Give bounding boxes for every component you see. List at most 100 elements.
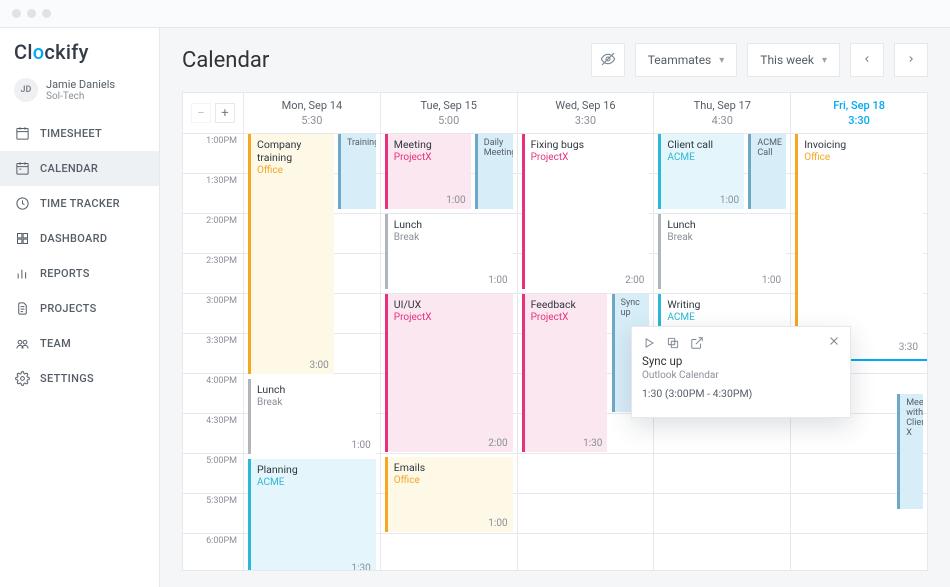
entry-duration: 1:30: [352, 563, 371, 570]
team-icon: [14, 336, 30, 352]
time-axis: 1:00PM1:30PM2:00PM2:30PM3:00PM3:30PM4:00…: [183, 134, 243, 570]
sidebar-item-reports[interactable]: REPORTS: [0, 256, 159, 291]
topbar: Calendar Teammates ▾ This week ▾: [160, 28, 950, 92]
day-header[interactable]: Fri, Sep 183:30: [790, 93, 927, 133]
calendar-entry[interactable]: Fixing bugsProjectX2:00: [522, 134, 650, 289]
calendar-entry[interactable]: LunchBreak1:00: [658, 214, 786, 289]
time-slot-label: 4:30PM: [183, 414, 243, 454]
entry-duration: 1:00: [762, 275, 781, 286]
entry-title: Feedback: [531, 298, 604, 311]
popover-duration: 1:30 (3:00PM - 4:30PM): [642, 387, 840, 400]
popover-title: Sync up: [642, 354, 840, 368]
nav-label: TIME TRACKER: [40, 197, 120, 210]
entry-duration: 1:00: [720, 195, 739, 206]
nav-label: TIMESHEET: [40, 127, 102, 140]
day-column-tue[interactable]: MeetingProjectX1:00Daily Meeting LunchBre…: [380, 134, 517, 570]
calendar-entry[interactable]: Daily Meeting: [475, 134, 513, 209]
nav-label: PROJECTS: [40, 302, 97, 315]
close-icon[interactable]: [828, 335, 840, 350]
day-header[interactable]: Wed, Sep 16 3:30: [517, 93, 654, 133]
day-header[interactable]: Mon, Sep 145:30: [243, 93, 380, 133]
entry-project: Break: [257, 397, 372, 408]
entry-title: Meeting with Client X: [906, 398, 919, 438]
sidebar-item-calendar[interactable]: CALENDAR: [0, 151, 159, 186]
open-external-icon[interactable]: [690, 336, 704, 350]
sidebar-item-team[interactable]: TEAM: [0, 326, 159, 361]
calendar-entry[interactable]: EmailsOffice1:00: [385, 457, 513, 532]
entry-title: Training: [347, 138, 372, 148]
day-column-mon[interactable]: Company trainingOffice3:00 Training LunchB…: [243, 134, 380, 570]
day-header[interactable]: Thu, Sep 174:30: [653, 93, 790, 133]
user-row[interactable]: JD Jamie Daniels Sol-Tech: [0, 74, 159, 112]
zoom-out-button[interactable]: −: [191, 103, 211, 123]
brand-logo: Clockify: [0, 36, 159, 74]
zoom-controls: − +: [183, 93, 243, 133]
brand-mid: o: [33, 40, 45, 64]
entry-project: ProjectX: [531, 152, 646, 163]
chevron-right-icon: [906, 53, 916, 67]
entry-duration: 1:00: [352, 440, 371, 451]
entry-title: Invoicing: [804, 138, 919, 151]
day-header[interactable]: Tue, Sep 155:00: [380, 93, 517, 133]
main: Calendar Teammates ▾ This week ▾: [160, 28, 950, 587]
sidebar-item-time-tracker[interactable]: TIME TRACKER: [0, 186, 159, 221]
entry-project: Break: [394, 232, 509, 243]
teammates-dropdown[interactable]: Teammates ▾: [635, 43, 738, 77]
entry-title: Fixing bugs: [531, 138, 646, 151]
sidebar: Clockify JD Jamie Daniels Sol-Tech TIMES…: [0, 28, 160, 587]
calendar-entry[interactable]: Client callACME1:00: [658, 134, 744, 209]
nav-label: TEAM: [40, 337, 71, 350]
dashboard-icon: [14, 231, 30, 247]
entry-project: ProjectX: [394, 152, 467, 163]
entry-title: Company training: [257, 138, 330, 164]
nav-label: REPORTS: [40, 267, 90, 280]
zoom-in-button[interactable]: +: [215, 103, 235, 123]
calendar-entry[interactable]: Meeting with Client X: [897, 394, 923, 509]
sidebar-item-projects[interactable]: PROJECTS: [0, 291, 159, 326]
nav-label: DASHBOARD: [40, 232, 107, 245]
sidebar-item-dashboard[interactable]: DASHBOARD: [0, 221, 159, 256]
entry-title: UI/UX: [394, 298, 509, 311]
calendar-entry[interactable]: InvoicingOffice3:30: [795, 134, 923, 356]
next-week-button[interactable]: [894, 43, 928, 77]
calendar-entry[interactable]: MeetingProjectX1:00: [385, 134, 471, 209]
visibility-toggle-button[interactable]: [591, 43, 625, 77]
entry-title: Emails: [394, 461, 509, 474]
copy-icon[interactable]: [666, 336, 680, 350]
sidebar-item-timesheet[interactable]: TIMESHEET: [0, 116, 159, 151]
time-slot-label: 4:00PM: [183, 374, 243, 414]
calendar-entry[interactable]: LunchBreak1:00: [385, 214, 513, 289]
play-icon[interactable]: [642, 336, 656, 350]
projects-icon: [14, 301, 30, 317]
entry-duration: 1:30: [583, 438, 602, 449]
time-tracker-icon: [14, 196, 30, 212]
calendar-entry[interactable]: ACME Call: [748, 134, 786, 209]
range-label: This week: [760, 53, 814, 67]
window-chrome: [0, 0, 950, 28]
calendar-entry[interactable]: PlanningACME1:30: [248, 459, 376, 570]
day-label: Tue, Sep 15: [381, 99, 517, 112]
calendar-entry[interactable]: Training: [338, 134, 376, 209]
nav-label: SETTINGS: [40, 372, 94, 385]
chevron-left-icon: [862, 53, 872, 67]
entry-project: ACME: [667, 152, 740, 163]
calendar-entry[interactable]: FeedbackProjectX1:30: [522, 294, 608, 452]
entry-project: ProjectX: [394, 312, 509, 323]
time-slot-label: 3:30PM: [183, 334, 243, 374]
sidebar-item-settings[interactable]: SETTINGS: [0, 361, 159, 396]
avatar: JD: [14, 78, 38, 102]
page-title: Calendar: [182, 48, 269, 73]
day-total: 5:30: [244, 114, 380, 127]
prev-week-button[interactable]: [850, 43, 884, 77]
calendar-icon: [14, 161, 30, 177]
calendar-entry[interactable]: UI/UXProjectX 2:00: [385, 294, 513, 452]
calendar-entry[interactable]: Company trainingOffice3:00: [248, 134, 334, 374]
day-label: Wed, Sep 16: [518, 99, 654, 112]
day-total: 3:30: [518, 114, 654, 127]
range-dropdown[interactable]: This week ▾: [747, 43, 840, 77]
entry-project: Office: [394, 475, 509, 486]
entry-title: Lunch: [257, 383, 372, 396]
calendar-entry[interactable]: LunchBreak 1:00: [248, 379, 376, 454]
entry-duration: 2:00: [488, 438, 507, 449]
entry-title: Lunch: [667, 218, 782, 231]
